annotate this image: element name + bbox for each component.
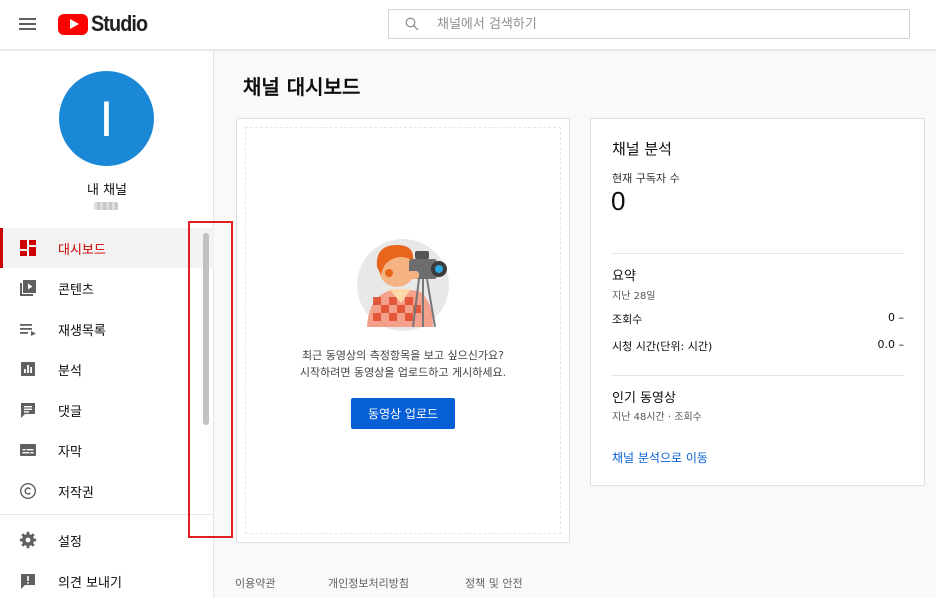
sidebar-item-label: 댓글 xyxy=(58,405,82,420)
sidebar-item-settings[interactable]: 설정 xyxy=(0,520,214,560)
search-icon[interactable] xyxy=(405,17,419,31)
summary-period: 지난 28일 xyxy=(612,291,656,302)
studio-logo[interactable]: Studio xyxy=(58,11,153,36)
popular-videos-period: 지난 48시간 · 조회수 xyxy=(612,412,702,423)
search-box[interactable] xyxy=(388,9,910,39)
logo-text: Studio xyxy=(91,11,148,36)
playlist-icon xyxy=(20,324,36,336)
hamburger-menu-icon[interactable] xyxy=(18,15,38,35)
search-input[interactable] xyxy=(437,14,897,34)
views-row: 조회수 0 – xyxy=(612,311,904,327)
sidebar-item-copyright[interactable]: 저작권 xyxy=(0,471,214,511)
upload-card: 최근 동영상의 측정항목을 보고 싶으신가요? 시작하려면 동영상을 업로드하고… xyxy=(236,118,570,543)
watch-time-row: 시청 시간(단위: 시간) 0.0 – xyxy=(612,338,904,354)
channel-name: 내 채널 xyxy=(86,183,127,198)
views-value: 0 – xyxy=(888,311,904,324)
top-bar: Studio xyxy=(0,0,936,50)
go-to-analytics-link[interactable]: 채널 분석으로 이동 xyxy=(612,449,708,466)
upload-video-button[interactable]: 동영상 업로드 xyxy=(351,398,455,429)
footer-link-policy[interactable]: 정책 및 안전 xyxy=(465,575,523,591)
sidebar-item-label: 대시보드 xyxy=(58,243,106,258)
content-icon xyxy=(20,280,36,296)
analytics-divider xyxy=(611,253,904,254)
page-title: 채널 대시보드 xyxy=(243,75,361,99)
sidebar-item-label: 콘텐츠 xyxy=(58,283,94,298)
subscribers-count: 0 xyxy=(611,186,626,216)
sidebar-item-comments[interactable]: 댓글 xyxy=(0,390,214,430)
youtube-logo-icon xyxy=(58,13,88,35)
sidebar-item-label: 재생목록 xyxy=(58,324,106,339)
dashboard-icon xyxy=(20,240,36,256)
sidebar-item-playlists[interactable]: 재생목록 xyxy=(0,309,214,349)
sidebar-divider xyxy=(0,514,213,515)
channel-handle-blurred xyxy=(94,202,118,210)
sidebar-item-label: 분석 xyxy=(58,364,82,379)
sidebar-item-content[interactable]: 콘텐츠 xyxy=(0,268,214,308)
subscribers-label: 현재 구독자 수 xyxy=(612,172,680,185)
footer-link-terms[interactable]: 이용약관 xyxy=(235,575,275,591)
channel-analytics-card: 채널 분석 현재 구독자 수 0 요약 지난 28일 조회수 0 – 시청 시간… xyxy=(590,118,925,486)
comments-icon xyxy=(21,403,35,418)
avatar[interactable]: I xyxy=(59,71,154,166)
analytics-divider xyxy=(611,375,904,376)
watch-time-value: 0.0 – xyxy=(877,338,905,351)
summary-title: 요약 xyxy=(612,269,636,284)
sidebar-item-subtitles[interactable]: 자막 xyxy=(0,430,214,470)
sidebar-item-dashboard[interactable]: 대시보드 xyxy=(0,228,214,268)
upload-message-line1: 최근 동영상의 측정항목을 보고 싶으신가요? xyxy=(302,349,504,362)
sidebar-item-label: 설정 xyxy=(58,535,82,550)
views-label: 조회수 xyxy=(612,313,643,326)
sidebar-item-label: 저작권 xyxy=(58,486,94,501)
popular-videos-title: 인기 동영상 xyxy=(612,391,676,406)
sidebar-item-analytics[interactable]: 분석 xyxy=(0,349,214,389)
gear-icon xyxy=(19,531,37,549)
feedback-icon xyxy=(21,574,35,589)
subtitles-icon xyxy=(20,444,36,456)
camera-person-illustration xyxy=(357,239,449,331)
sidebar-item-label: 자막 xyxy=(58,445,82,460)
watch-time-label: 시청 시간(단위: 시간) xyxy=(612,340,713,353)
upload-message-line2: 시작하려면 동영상을 업로드하고 게시하세요. xyxy=(299,366,507,379)
sidebar-item-feedback[interactable]: 의견 보내기 xyxy=(0,561,214,598)
analytics-title: 채널 분석 xyxy=(612,140,672,158)
footer-link-privacy[interactable]: 개인정보처리방침 xyxy=(328,575,409,591)
sidebar-item-label: 의견 보내기 xyxy=(58,576,122,591)
highlight-box xyxy=(188,221,233,538)
sidebar: I 내 채널 대시보드 콘텐츠 재생목록 분석 댓글 자막 저작권 설정 의견 … xyxy=(0,51,214,598)
analytics-icon xyxy=(21,362,35,376)
copyright-icon xyxy=(19,482,37,500)
